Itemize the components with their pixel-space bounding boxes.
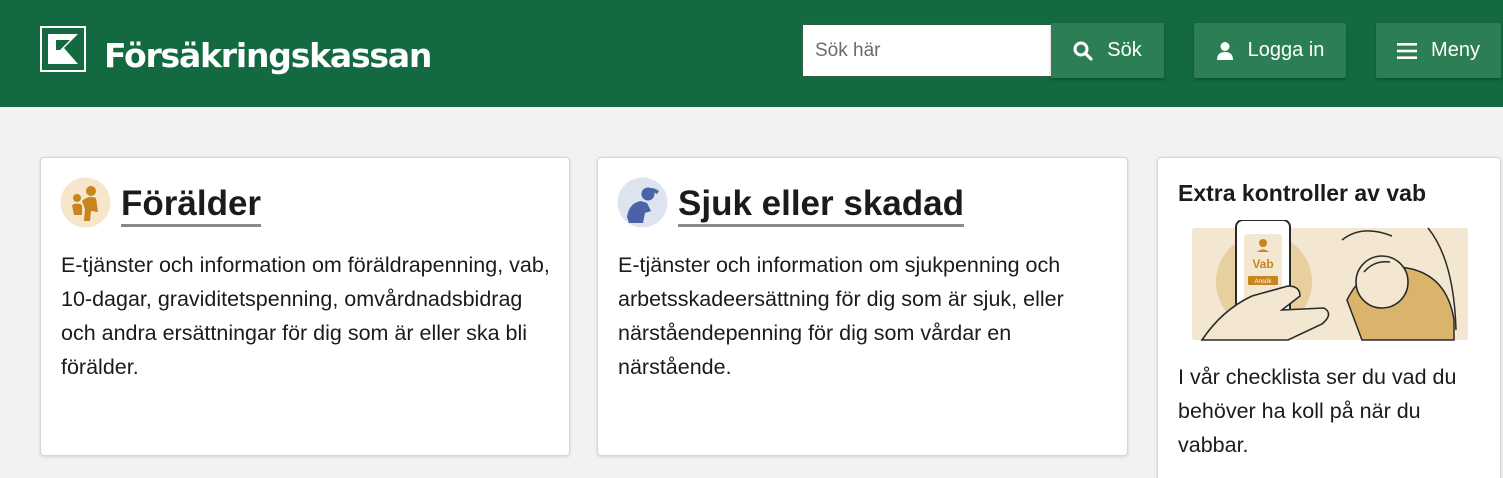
login-button-label: Logga in: [1247, 39, 1325, 61]
search-button[interactable]: Sök: [1051, 23, 1164, 78]
login-button[interactable]: Logga in: [1194, 23, 1346, 78]
illustration-vab-label: Vab: [1252, 257, 1273, 271]
illustration-ansok-label: Ansök: [1255, 279, 1273, 285]
user-icon: [1216, 41, 1233, 60]
card-title-link[interactable]: Förälder: [121, 184, 262, 227]
card-title[interactable]: Extra kontroller av vab: [1178, 180, 1426, 207]
card-description: I vår checklista ser du vad du behöver h…: [1178, 365, 1457, 457]
card-extra-kontroller-vab[interactable]: Extra kontroller av vab Vab Ansök I vår …: [1157, 157, 1501, 478]
menu-button[interactable]: Meny: [1376, 23, 1501, 78]
search-button-label: Sök: [1107, 39, 1142, 61]
card-foralder[interactable]: Förälder E-tjänster och information om f…: [40, 157, 570, 456]
card-description: E-tjänster och information om sjukpennin…: [618, 253, 1064, 379]
logo-wordmark[interactable]: Försäkringskassan: [104, 36, 432, 75]
search-input[interactable]: [801, 23, 1051, 78]
site-header: Försäkringskassan Sök Logga in Meny: [0, 0, 1503, 107]
parent-child-icon: [60, 177, 111, 228]
search-icon: [1073, 41, 1093, 61]
card-title-link[interactable]: Sjuk eller skadad: [678, 184, 964, 227]
sick-person-icon: [617, 177, 668, 228]
logo-icon[interactable]: [40, 26, 86, 72]
card-description: E-tjänster och information om föräldrape…: [61, 253, 550, 379]
hamburger-icon: [1397, 42, 1418, 59]
menu-button-label: Meny: [1431, 39, 1480, 61]
phone-vab-child-illustration: Vab Ansök: [1192, 220, 1468, 341]
card-sjuk-eller-skadad[interactable]: Sjuk eller skadad E-tjänster och informa…: [597, 157, 1128, 456]
